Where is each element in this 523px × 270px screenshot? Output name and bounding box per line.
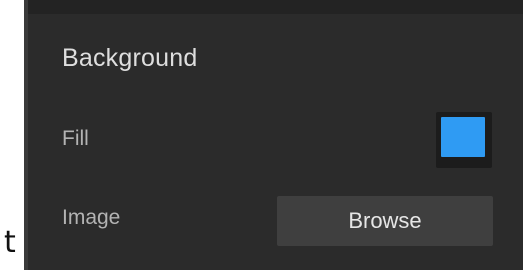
browse-button[interactable]: Browse (277, 196, 493, 246)
section-title: Background (62, 44, 198, 72)
stray-glyph-text: t (4, 225, 16, 260)
background-properties-panel: Background Fill Image Browse (28, 0, 523, 270)
screenshot-stage: t Background Fill Image Browse (0, 0, 523, 270)
fill-label: Fill (62, 127, 89, 150)
fill-color-swatch[interactable] (441, 117, 485, 157)
image-label: Image (62, 206, 121, 229)
fill-color-picker[interactable] (436, 112, 492, 168)
panel-top-strip (28, 0, 523, 14)
